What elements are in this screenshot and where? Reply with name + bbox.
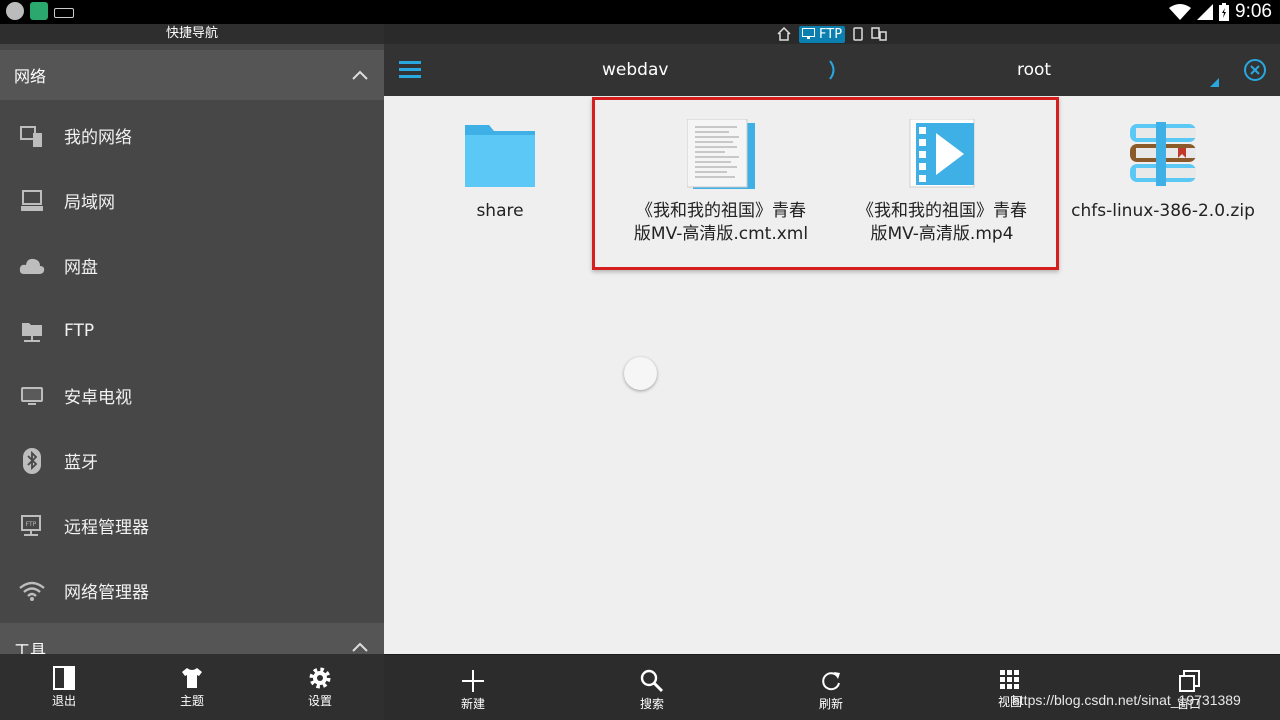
gear-icon (309, 667, 331, 689)
wifi-manager-icon (19, 578, 45, 604)
refresh-icon (822, 672, 840, 691)
sidebar-item-android-tv[interactable]: 安卓电视 (0, 363, 384, 428)
drawer-title: 快捷导航 (0, 24, 384, 44)
lan-computer-icon (19, 188, 45, 214)
cloud-icon (19, 253, 45, 279)
keyboard-icon (54, 7, 74, 18)
settings-label: 设置 (307, 694, 332, 708)
breadcrumb-separator-icon (829, 60, 835, 80)
tab-ftp-label: FTP (819, 26, 843, 42)
breadcrumb-webdav[interactable]: webdav (602, 44, 668, 96)
bottom-toolbar: 新建 搜索 刷新 视图 窗口 https://blog.csdn.net/sin… (384, 654, 1280, 720)
network-group-header[interactable]: 网络 (0, 50, 384, 100)
notification-app-icon (6, 2, 24, 20)
sidebar-item-cloud-drive[interactable]: 网盘 (0, 233, 384, 298)
file-item-zip[interactable]: chfs-linux-386-2.0.zip (1048, 108, 1278, 223)
archive-books-icon (1048, 108, 1278, 200)
sidebar-item-label: 网络管理器 (64, 583, 149, 603)
ftp-monitor-icon (801, 27, 815, 39)
search-icon (640, 669, 664, 693)
my-network-icon (19, 123, 45, 149)
folder-icon (385, 108, 615, 200)
watermark-text: https://blog.csdn.net/sinat_19731389 (1012, 692, 1241, 708)
refresh-label: 刷新 (818, 697, 843, 711)
dropdown-corner-icon[interactable] (1210, 78, 1219, 87)
file-name: chfs-linux-386-2.0.zip (1071, 201, 1255, 221)
new-label: 新建 (460, 697, 485, 711)
file-name: share (476, 201, 524, 221)
file-grid: share 《我和我的祖国》青春 版MV-高清版.cmt.xml 《我和我的祖国… (384, 96, 1280, 654)
bluetooth-icon (19, 447, 45, 474)
breadcrumb-root[interactable]: root (1017, 44, 1051, 96)
sidebar-item-remote-manager[interactable]: FTP 远程管理器 (0, 493, 384, 558)
home-icon[interactable] (777, 27, 791, 41)
cell-signal-icon (1197, 4, 1214, 20)
drawer-toolbar: 退出 主题 设置 (0, 654, 384, 720)
quick-navigation-drawer: 快捷导航 网络 我的网络 局域网 网盘 FTP 安卓电视 蓝牙 FTP 远程管理… (0, 24, 384, 720)
ftp-folder-icon (19, 318, 45, 344)
new-button[interactable]: 新建 (428, 655, 518, 712)
tools-group-label: 工具 (14, 641, 47, 654)
sidebar-item-ftp[interactable]: FTP (0, 298, 384, 363)
refresh-button[interactable]: 刷新 (786, 655, 876, 712)
exit-button[interactable]: 退出 (14, 654, 114, 720)
sidebar-item-label: 安卓电视 (64, 388, 132, 408)
remote-ftp-icon: FTP (19, 513, 45, 539)
sidebar-item-label: FTP (64, 320, 95, 341)
exit-door-icon (53, 666, 75, 690)
network-group-label: 网络 (14, 67, 47, 86)
close-circle-icon[interactable] (1243, 58, 1267, 82)
loading-spinner (624, 357, 657, 390)
tools-group-header[interactable]: 工具 (0, 623, 384, 654)
search-button[interactable]: 搜索 (607, 655, 697, 712)
tv-monitor-icon (19, 383, 45, 409)
wifi-signal-icon (1169, 4, 1192, 20)
phone-icon[interactable] (853, 27, 863, 41)
sidebar-item-my-network[interactable]: 我的网络 (0, 103, 384, 168)
devices-icon[interactable] (871, 27, 887, 41)
sidebar-item-lan[interactable]: 局域网 (0, 168, 384, 233)
chevron-up-icon[interactable] (352, 70, 368, 80)
tab-ftp[interactable]: FTP (798, 25, 846, 43)
plus-icon (462, 670, 484, 692)
search-label: 搜索 (639, 697, 664, 711)
sidebar-item-label: 我的网络 (64, 128, 132, 148)
sidebar-item-label: 蓝牙 (64, 453, 98, 473)
exit-label: 退出 (51, 694, 76, 708)
annotation-highlight-box (592, 97, 1059, 270)
chevron-up-icon[interactable] (352, 642, 368, 652)
sidebar-item-label: 局域网 (64, 193, 115, 213)
breadcrumb: webdav root (384, 44, 1280, 96)
sidebar-item-label: 网盘 (64, 258, 98, 278)
theme-button[interactable]: 主题 (142, 654, 242, 720)
tshirt-icon (182, 668, 202, 688)
svg-text:FTP: FTP (26, 521, 37, 528)
notification-store-icon (30, 2, 48, 20)
settings-button[interactable]: 设置 (270, 654, 370, 720)
grid-view-icon (1000, 670, 1019, 689)
theme-label: 主题 (179, 694, 204, 708)
sidebar-item-bluetooth[interactable]: 蓝牙 (0, 428, 384, 493)
menu-icon[interactable] (399, 60, 421, 78)
file-item-folder[interactable]: share (385, 108, 615, 223)
location-tabs: FTP (384, 24, 1280, 44)
sidebar-item-network-manager[interactable]: 网络管理器 (0, 558, 384, 623)
sidebar-item-label: 远程管理器 (64, 518, 149, 538)
battery-icon (1219, 3, 1230, 21)
status-bar: 9:06 (0, 0, 1280, 24)
windows-stack-icon (1179, 670, 1200, 692)
clock: 9:06 (1235, 1, 1272, 22)
